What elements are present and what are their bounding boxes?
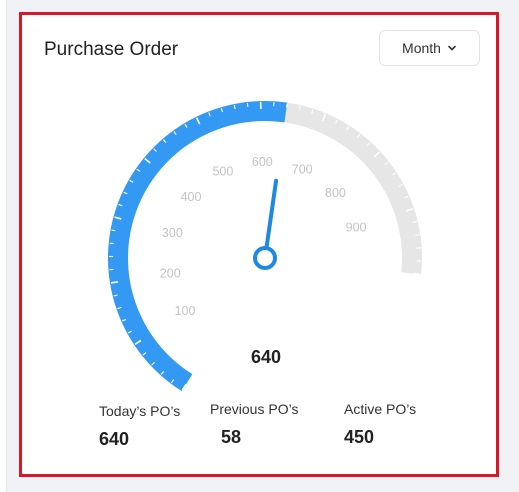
stat-value: 58 <box>221 427 242 447</box>
purchase-order-card: Purchase Order Month 100 200 300 400 500 600 7… <box>19 12 499 477</box>
gauge-tick-label: 100 <box>175 304 196 318</box>
stat-value: 640 <box>99 429 130 449</box>
gauge-tick-label: 800 <box>325 186 346 200</box>
gauge-needle <box>264 178 279 249</box>
gauge-tick-label: 900 <box>346 221 367 235</box>
gauge-tick-label: 500 <box>212 165 233 179</box>
stat-active-pos: Active PO’s 450 <box>344 401 417 447</box>
stat-todays-pos: Today’s PO’s 640 <box>99 403 181 449</box>
gauge-tick <box>111 229 116 232</box>
gauge-tick-label: 400 <box>181 190 202 204</box>
stat-label: Active PO’s <box>344 401 417 417</box>
gauge-value: 640 <box>251 347 281 367</box>
gauge-tick-label: 600 <box>252 155 273 169</box>
stat-value: 450 <box>344 427 375 447</box>
gauge-tick <box>233 104 236 110</box>
purchase-order-gauge: 100 200 300 400 500 600 700 800 900 640 <box>108 101 422 392</box>
gauge-tick <box>286 103 288 108</box>
gauge-tick-label: 200 <box>160 266 181 280</box>
stat-label: Previous PO’s <box>210 401 299 417</box>
adjacent-panel-edge <box>0 0 7 492</box>
stat-previous-pos: Previous PO’s 58 <box>210 401 299 447</box>
gauge-tick <box>415 234 420 236</box>
stat-label: Today’s PO’s <box>99 403 181 419</box>
gauge-hub <box>253 246 277 270</box>
gauge-tick-label: 700 <box>292 163 313 177</box>
gauge-tick-labels: 100 200 300 400 500 600 700 800 900 <box>160 155 367 318</box>
gauge-tick-label: 300 <box>162 226 183 240</box>
gauge-tick <box>110 281 119 284</box>
gauge-tick <box>413 272 421 276</box>
